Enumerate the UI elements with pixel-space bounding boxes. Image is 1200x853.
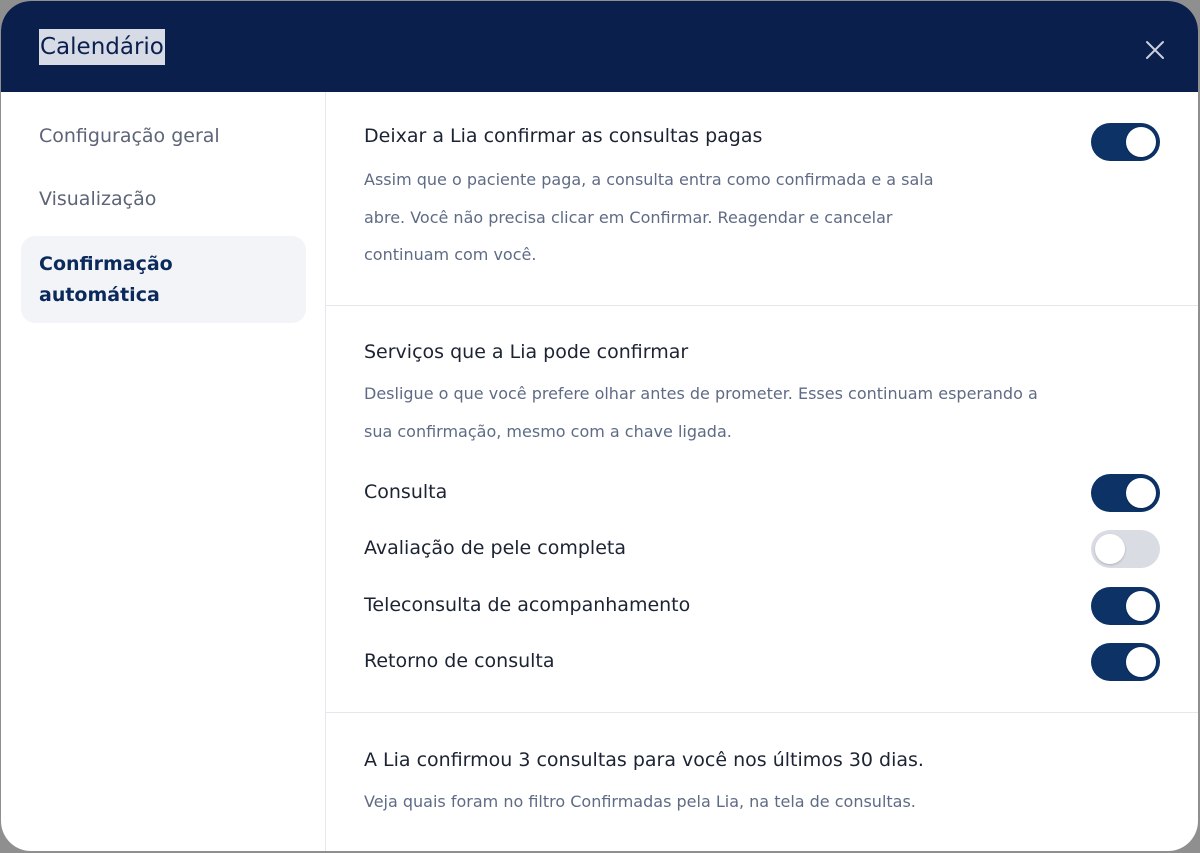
description-line: continuam com você. [364, 245, 537, 264]
calendar-settings-modal: Calendário Configuração geral Visualizaç… [1, 1, 1198, 851]
sidebar-item-label: Visualização [39, 188, 157, 210]
sidebar-item-label: Confirmação automática [39, 253, 173, 306]
close-icon [1146, 41, 1164, 59]
services-description: Desligue o que você prefere olhar antes … [364, 375, 1038, 450]
service-toggle-retorno[interactable] [1091, 643, 1160, 681]
service-label-teleconsulta: Teleconsulta de acompanhamento [364, 594, 691, 616]
summary-heading: A Lia confirmou 3 consultas para você no… [364, 749, 924, 771]
settings-sidebar: Configuração geral Visualização Confirma… [1, 92, 326, 851]
settings-content: Deixar a Lia confirmar as consultas paga… [326, 92, 1198, 851]
close-button[interactable] [1144, 39, 1166, 61]
sidebar-item-general[interactable]: Configuração geral [21, 125, 306, 147]
sidebar-item-view[interactable]: Visualização [21, 188, 306, 210]
toggle-knob [1126, 647, 1156, 677]
sidebar-item-label: Configuração geral [39, 125, 220, 147]
service-toggle-teleconsulta[interactable] [1091, 587, 1160, 625]
description-line: Desligue o que você prefere olhar antes … [364, 384, 1038, 403]
sidebar-item-auto-confirm[interactable]: Confirmação automática [21, 236, 306, 323]
description-line: abre. Você não precisa clicar em Confirm… [364, 207, 893, 227]
modal-title: Calendário [39, 29, 165, 65]
service-toggle-consulta[interactable] [1091, 474, 1160, 512]
section-divider [326, 305, 1198, 306]
auto-confirm-toggle[interactable] [1091, 123, 1160, 161]
service-label-retorno: Retorno de consulta [364, 650, 555, 672]
modal-header: Calendário [1, 1, 1198, 92]
service-label-avaliacao: Avaliação de pele completa [364, 537, 626, 559]
auto-confirm-heading: Deixar a Lia confirmar as consultas paga… [364, 125, 763, 147]
toggle-knob [1095, 534, 1125, 564]
section-divider [326, 712, 1198, 713]
auto-confirm-description: Assim que o paciente paga, a consulta en… [364, 161, 934, 274]
summary-description: Veja quais foram no filtro Confirmadas p… [364, 792, 916, 811]
description-line: sua confirmação, mesmo com a chave ligad… [364, 421, 732, 441]
services-heading: Serviços que a Lia pode confirmar [364, 341, 689, 363]
description-line: Assim que o paciente paga, a consulta en… [364, 170, 934, 189]
service-toggle-avaliacao[interactable] [1091, 530, 1160, 568]
service-label-consulta: Consulta [364, 481, 448, 503]
toggle-knob [1126, 591, 1156, 621]
toggle-knob [1126, 478, 1156, 508]
toggle-knob [1126, 127, 1156, 157]
